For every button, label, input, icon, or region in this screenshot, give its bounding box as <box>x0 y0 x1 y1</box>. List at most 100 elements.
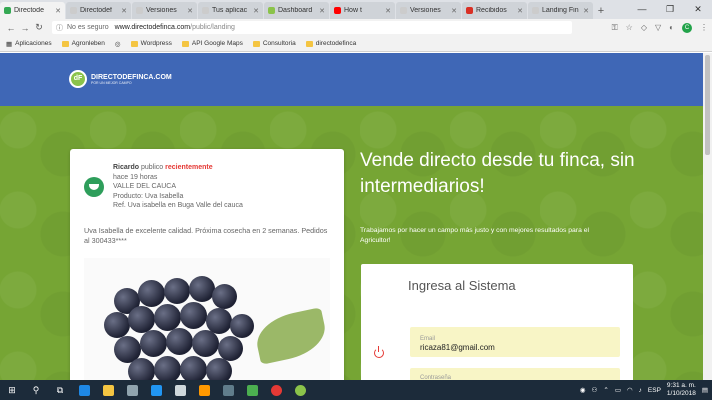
grape-icon <box>104 312 130 338</box>
bookmark-item[interactable]: Wordpress <box>130 40 172 47</box>
close-tab-icon[interactable]: ✕ <box>451 7 457 15</box>
close-tab-icon[interactable]: ✕ <box>583 7 589 15</box>
bookmark-item[interactable]: Consultoria <box>252 40 296 47</box>
browser-tab[interactable]: Versiones ✕ <box>132 2 197 19</box>
grape-icon <box>212 284 237 309</box>
grape-icon <box>164 278 190 304</box>
close-tab-icon[interactable]: ✕ <box>385 7 391 15</box>
site-header: dF DIRECTODEFINCA.COM POR UN MEJOR CAMPO <box>0 53 703 106</box>
tab-favicon-icon <box>334 7 341 14</box>
task-view-icon[interactable]: ⧉ <box>48 380 72 400</box>
security-status: No es seguro <box>67 24 109 31</box>
folder-icon <box>305 40 313 47</box>
menu-icon[interactable]: ⋮ <box>700 23 708 32</box>
profile-extension-icon[interactable]: C <box>682 22 692 33</box>
chrome-icon[interactable] <box>264 380 288 400</box>
browser-tab[interactable]: Directodef ✕ <box>66 2 131 19</box>
apps-grid-icon: ▦ <box>6 40 13 48</box>
minimize-icon[interactable]: — <box>628 0 656 19</box>
close-window-icon[interactable]: ✕ <box>684 0 712 19</box>
login-title: Ingresa al Sistema <box>408 278 516 293</box>
tab-favicon-icon <box>400 7 407 14</box>
login-panel: Ingresa al Sistema Email ricaza81@gmail.… <box>361 264 633 394</box>
scrollbar-thumb[interactable] <box>705 55 710 155</box>
info-icon[interactable]: ⓘ <box>56 23 63 33</box>
action-center-icon[interactable]: ▤ <box>702 386 708 394</box>
dropbox-icon[interactable] <box>144 380 168 400</box>
site-logo[interactable]: dF DIRECTODEFINCA.COM POR UN MEJOR CAMPO <box>69 70 172 88</box>
notification-app-icon[interactable]: ◉ <box>580 386 586 394</box>
language-indicator[interactable]: ESP <box>648 387 661 394</box>
bookmark-item[interactable]: Agronleben <box>61 40 105 47</box>
email-field[interactable]: Email ricaza81@gmail.com <box>410 327 620 357</box>
browser-tab[interactable]: How t ✕ <box>330 2 395 19</box>
tab-favicon-icon <box>70 7 77 14</box>
app-icon[interactable] <box>288 380 312 400</box>
bookmark-item[interactable]: API Google Maps <box>181 40 243 47</box>
browser-tab[interactable]: Landing Fin ✕ <box>528 2 593 19</box>
close-tab-icon[interactable]: ✕ <box>121 7 127 15</box>
bookmark-apps[interactable]: ▦ Aplicaciones <box>6 40 52 48</box>
extension-icon[interactable]: ◇ <box>641 23 647 32</box>
post-product: Producto: Uva Isabella <box>113 192 184 200</box>
browser-tab-strip: Directode ✕ Directodef ✕ Versiones ✕ Tus ap… <box>0 0 712 19</box>
grape-icon <box>140 330 167 357</box>
hero-subtext: Trabajamos por hacer un campo más justo … <box>360 227 590 244</box>
forward-icon[interactable]: → <box>18 23 32 33</box>
email-value: ricaza81@gmail.com <box>420 343 495 352</box>
star-icon[interactable]: ☆ <box>626 23 633 32</box>
grape-icon <box>166 328 193 355</box>
volume-icon[interactable]: ♪ <box>639 387 642 394</box>
browser-tab[interactable]: Directode ✕ <box>0 2 65 19</box>
app-icon[interactable] <box>216 380 240 400</box>
close-tab-icon[interactable]: ✕ <box>517 7 523 15</box>
close-tab-icon[interactable]: ✕ <box>187 7 193 15</box>
grape-icon <box>218 336 243 361</box>
file-explorer-icon[interactable] <box>96 380 120 400</box>
key-icon[interactable]: ⚿ <box>612 23 618 33</box>
back-icon[interactable]: ← <box>4 23 18 33</box>
close-tab-icon[interactable]: ✕ <box>55 7 61 15</box>
people-icon[interactable]: ⚇ <box>592 386 598 394</box>
folder-icon <box>252 40 260 47</box>
grape-icon <box>180 356 207 383</box>
bookmark-item[interactable]: ◎ <box>115 40 121 48</box>
address-bar[interactable]: ⓘ No es seguro www.directodefinca.com/pu… <box>52 21 572 34</box>
new-tab-button[interactable]: + <box>594 2 608 19</box>
mail-icon[interactable] <box>168 380 192 400</box>
product-photo[interactable] <box>84 258 330 389</box>
folder-icon <box>130 40 138 47</box>
grape-icon <box>192 330 219 357</box>
hero-headline: Vende directo desde tu finca, sin interm… <box>360 150 635 197</box>
sublime-icon[interactable] <box>192 380 216 400</box>
browser-tab[interactable]: Recibidos ✕ <box>462 2 527 19</box>
system-tray: ◉ ⚇ ⌃ ▭ ◠ ♪ ESP 9:31 a. m. 1/10/2018 ▤ <box>580 382 712 398</box>
browser-tab[interactable]: Tus aplicac ✕ <box>198 2 263 19</box>
close-tab-icon[interactable]: ✕ <box>319 7 325 15</box>
chevron-up-icon[interactable]: ⌃ <box>603 386 608 394</box>
post-reference: Ref. Uva isabella en Buga Valle del cauc… <box>113 202 243 209</box>
start-icon[interactable]: ⊞ <box>0 380 24 400</box>
extension-icon[interactable]: ◐ <box>669 23 674 32</box>
edge-icon[interactable] <box>72 380 96 400</box>
search-icon[interactable]: ⚲ <box>24 380 48 400</box>
folder-icon <box>181 40 189 47</box>
browser-tab[interactable]: Dashboard ✕ <box>264 2 329 19</box>
battery-icon[interactable]: ▭ <box>615 386 621 394</box>
page-scrollbar[interactable] <box>703 53 712 380</box>
taskbar-clock[interactable]: 9:31 a. m. 1/10/2018 <box>667 382 696 398</box>
app-icon[interactable] <box>240 380 264 400</box>
bookmark-item[interactable]: directodefinca <box>305 40 356 47</box>
browser-toolbar: ← → ↻ ⓘ No es seguro www.directodefinca.… <box>0 19 712 36</box>
maximize-icon[interactable]: ❐ <box>656 0 684 19</box>
avatar[interactable] <box>84 177 104 197</box>
store-icon[interactable] <box>120 380 144 400</box>
tab-favicon-icon <box>532 7 539 14</box>
wifi-icon[interactable]: ◠ <box>627 386 633 394</box>
browser-tab[interactable]: Versiones ✕ <box>396 2 461 19</box>
close-tab-icon[interactable]: ✕ <box>253 7 259 15</box>
post-author[interactable]: Ricardo <box>113 164 139 171</box>
extension-icon[interactable]: ▽ <box>655 23 661 32</box>
reload-icon[interactable]: ↻ <box>32 22 46 33</box>
folder-icon <box>61 40 69 47</box>
